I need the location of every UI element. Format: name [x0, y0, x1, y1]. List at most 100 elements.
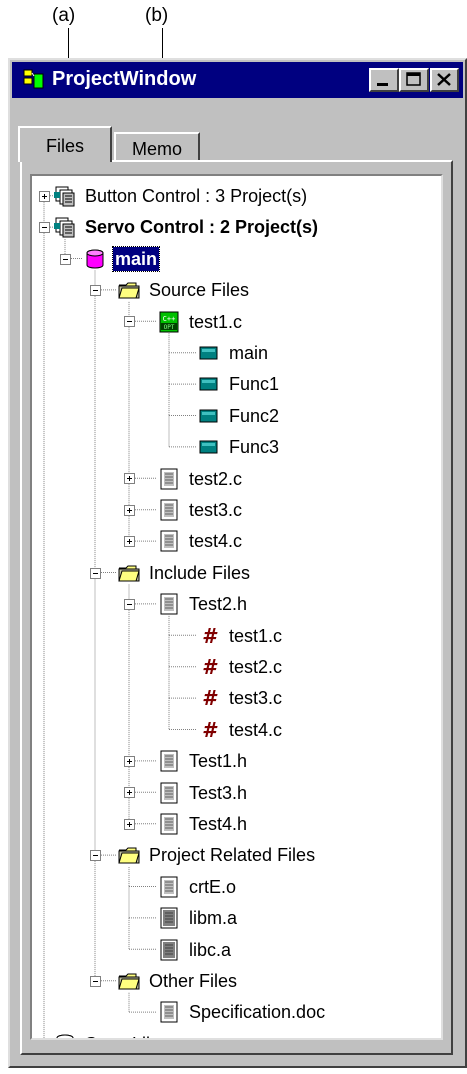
- tree-node-label[interactable]: ServoLibrary: [83, 1032, 189, 1038]
- tree-node-label[interactable]: test4.c: [227, 718, 284, 742]
- include-hash-icon: #: [202, 624, 218, 648]
- tree-node[interactable]: test3.c: [157, 496, 244, 524]
- folder-icon: [118, 282, 140, 299]
- tree-node-label[interactable]: Func1: [227, 372, 281, 396]
- tree-node[interactable]: # test1.c: [197, 622, 284, 650]
- tree-node[interactable]: Func3: [197, 433, 281, 461]
- tree-node[interactable]: Include Files: [117, 559, 252, 587]
- project-tree[interactable]: Button Control : 3 Project(s) Servo Contr…: [30, 174, 443, 1040]
- tree-node[interactable]: main: [197, 339, 270, 367]
- callout-b-label: (b): [145, 5, 169, 26]
- tree-node-label[interactable]: test3.c: [227, 686, 284, 710]
- include-hash-icon: #: [202, 718, 218, 742]
- file-icon: [160, 468, 178, 490]
- tree-node[interactable]: # test4.c: [197, 716, 284, 744]
- tree-node[interactable]: # test2.c: [197, 653, 284, 681]
- tree-node-label[interactable]: test4.c: [187, 529, 244, 553]
- expand-plus-icon[interactable]: [39, 190, 50, 202]
- library-cylinder-icon: [56, 1034, 74, 1038]
- expand-plus-icon[interactable]: [124, 473, 135, 485]
- expand-plus-icon[interactable]: [39, 1039, 50, 1041]
- tree-node-label[interactable]: main: [111, 245, 161, 272]
- collapse-minus-icon[interactable]: [124, 598, 135, 610]
- tree-node[interactable]: crtE.o: [157, 873, 238, 901]
- close-button[interactable]: [430, 68, 459, 92]
- tree-node[interactable]: Button Control : 3 Project(s): [53, 182, 309, 210]
- svg-text:#: #: [202, 624, 218, 648]
- tree-node[interactable]: Source Files: [117, 276, 251, 304]
- file-icon: [160, 876, 178, 898]
- tree-node-label[interactable]: Test3.h: [187, 781, 249, 805]
- library-file-icon: [160, 907, 178, 929]
- function-icon: [199, 377, 218, 391]
- tree-node[interactable]: Servo Control : 2 Project(s): [53, 213, 320, 241]
- tree-node[interactable]: libm.a: [157, 904, 239, 932]
- tree-node[interactable]: Test4.h: [157, 810, 249, 838]
- collapse-minus-icon[interactable]: [124, 316, 135, 328]
- tree-node-label[interactable]: Test1.h: [187, 749, 249, 773]
- files-panel: Button Control : 3 Project(s) Servo Contr…: [20, 160, 453, 1055]
- tree-node[interactable]: Func2: [197, 402, 281, 430]
- tree-node[interactable]: Test1.h: [157, 747, 249, 775]
- tree-node[interactable]: test2.c: [157, 465, 244, 493]
- tree-node-label[interactable]: Include Files: [147, 561, 252, 585]
- tree-node-label[interactable]: Servo Control : 2 Project(s): [83, 215, 320, 239]
- collapse-minus-icon[interactable]: [90, 284, 101, 296]
- tree-node-label[interactable]: Func3: [227, 435, 281, 459]
- title-bar[interactable]: ProjectWindow: [12, 62, 463, 98]
- tree-node-label[interactable]: test2.c: [187, 467, 244, 491]
- file-icon: [160, 750, 178, 772]
- maximize-button[interactable]: [399, 68, 429, 92]
- tab-memo[interactable]: Memo: [114, 132, 200, 162]
- tree-node[interactable]: Project Related Files: [117, 841, 317, 869]
- tree-node-label[interactable]: test3.c: [187, 498, 244, 522]
- tree-node-label[interactable]: Test4.h: [187, 812, 249, 836]
- tree-node[interactable]: main: [83, 245, 161, 273]
- expand-plus-icon[interactable]: [124, 818, 135, 830]
- tree-node[interactable]: Test2.h: [157, 590, 249, 618]
- project-cylinder-icon: [86, 249, 104, 269]
- folder-icon: [118, 565, 140, 582]
- expand-plus-icon[interactable]: [124, 787, 135, 799]
- tree-node-label[interactable]: test1.c: [227, 624, 284, 648]
- minimize-button[interactable]: [369, 68, 399, 92]
- collapse-minus-icon[interactable]: [90, 567, 101, 579]
- tree-node[interactable]: libc.a: [157, 936, 233, 964]
- tree-node-label[interactable]: Func2: [227, 404, 281, 428]
- tree-node-label[interactable]: test1.c: [187, 310, 244, 334]
- tree-node-label[interactable]: libc.a: [187, 938, 233, 962]
- expand-plus-icon[interactable]: [124, 536, 135, 548]
- collapse-minus-icon[interactable]: [90, 975, 101, 987]
- tree-node[interactable]: ServoLibrary: [53, 1030, 189, 1038]
- expand-plus-icon[interactable]: [124, 504, 135, 516]
- tree-node[interactable]: Other Files: [117, 967, 239, 995]
- tree-node[interactable]: Test3.h: [157, 779, 249, 807]
- tree-node[interactable]: C++ OPT test1.c: [157, 308, 244, 336]
- tree-node-label[interactable]: Source Files: [147, 278, 251, 302]
- function-icon: [199, 440, 218, 454]
- collapse-minus-icon[interactable]: [60, 253, 71, 265]
- collapse-minus-icon[interactable]: [39, 222, 50, 234]
- minimize-icon: [377, 83, 388, 86]
- project-window: ProjectWindow Files Memo Button Control …: [8, 58, 467, 1068]
- collapse-minus-icon[interactable]: [90, 850, 101, 862]
- tree-node-label[interactable]: libm.a: [187, 906, 239, 930]
- tree-node-label[interactable]: Button Control : 3 Project(s): [83, 184, 309, 208]
- file-icon: [160, 530, 178, 552]
- file-icon: [160, 813, 178, 835]
- tree-node-label[interactable]: main: [227, 341, 270, 365]
- tree-node-label[interactable]: test2.c: [227, 655, 284, 679]
- function-icon: [199, 346, 218, 360]
- tab-files[interactable]: Files: [18, 126, 112, 162]
- tree-node-label[interactable]: Specification.doc: [187, 1000, 327, 1024]
- tree-node[interactable]: test4.c: [157, 527, 244, 555]
- expand-plus-icon[interactable]: [124, 755, 135, 767]
- folder-icon: [118, 847, 140, 864]
- tree-node-label[interactable]: Project Related Files: [147, 843, 317, 867]
- tree-node[interactable]: Func1: [197, 370, 281, 398]
- tree-node-label[interactable]: Test2.h: [187, 592, 249, 616]
- tree-node-label[interactable]: crtE.o: [187, 875, 238, 899]
- tree-node[interactable]: Specification.doc: [157, 998, 327, 1026]
- tree-node[interactable]: # test3.c: [197, 684, 284, 712]
- tree-node-label[interactable]: Other Files: [147, 969, 239, 993]
